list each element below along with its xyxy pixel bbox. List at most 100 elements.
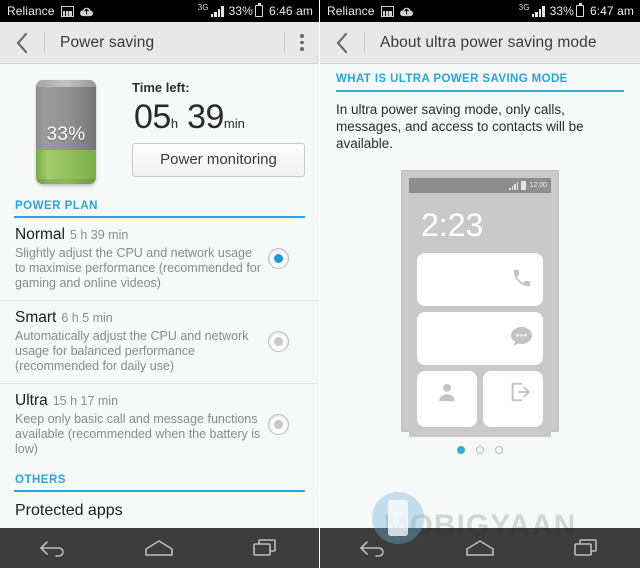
battery-percent-label: 33% — [46, 124, 86, 145]
option-description-smart: Automatically adjust the CPU and network… — [15, 329, 249, 373]
back-nav-button-right[interactable] — [343, 528, 403, 568]
preview-tile-message — [417, 312, 543, 365]
power-monitoring-button[interactable]: Power monitoring — [132, 143, 305, 177]
page-title: Power saving — [60, 33, 155, 51]
status-notification-icons — [60, 5, 94, 17]
recents-nav-icon — [253, 539, 276, 556]
page-title-right: About ultra power saving mode — [380, 33, 597, 51]
info-body-text: In ultra power saving mode, only calls, … — [336, 102, 584, 151]
option-description-normal: Slightly adjust the CPU and network usag… — [15, 246, 261, 290]
clock-label: 6:46 am — [268, 4, 313, 18]
battery-icon — [575, 3, 584, 17]
option-title-row-ultra: Ultra 15 h 17 min — [15, 392, 262, 410]
screenshot-root: Reliance 3G 33% 6:46 am Power saving 33%… — [0, 0, 640, 568]
home-nav-icon — [145, 540, 174, 556]
battery-graphic-icon: 33% — [36, 80, 96, 184]
message-icon — [510, 326, 533, 352]
option-title-row-smart: Smart 6 h 5 min — [15, 309, 262, 327]
back-nav-button[interactable] — [23, 528, 83, 568]
preview-tile-exit — [483, 371, 543, 427]
option-text-ultra: Ultra 15 h 17 min Keep only basic call an… — [15, 392, 268, 457]
radio-normal[interactable] — [268, 248, 289, 269]
back-button-right[interactable] — [320, 22, 364, 64]
option-description-ultra: Keep only basic call and message functio… — [15, 412, 261, 456]
preview-big-clock: 2:23 — [421, 207, 484, 243]
preview-status-bar: 12:00 — [409, 178, 551, 193]
back-arrow-icon — [336, 32, 348, 53]
option-name-ultra: Ultra — [15, 392, 48, 409]
option-text-normal: Normal 5 h 39 min Slightly adjust the CPU… — [15, 226, 268, 291]
back-arrow-icon — [16, 32, 28, 53]
option-name-normal: Normal — [15, 226, 65, 243]
time-left-value: 05h 39min — [132, 95, 305, 143]
battery-graphic-wrap: 33% — [0, 78, 132, 184]
recents-nav-icon — [573, 539, 597, 556]
battery-percent-status: 33% — [549, 4, 574, 18]
power-plan-option-smart[interactable]: Smart 6 h 5 min Automatically adjust the … — [0, 301, 319, 384]
option-time-smart: 6 h 5 min — [61, 311, 113, 325]
power-plan-option-normal[interactable]: Normal 5 h 39 min Slightly adjust the CPU… — [0, 218, 319, 301]
battery-base-shade — [36, 179, 96, 184]
clock-label: 6:47 am — [589, 4, 634, 18]
home-nav-button[interactable] — [129, 528, 189, 568]
status-right-cluster: 3G 33% 6:46 am — [197, 2, 313, 19]
preview-tile-row — [417, 371, 543, 427]
back-nav-icon — [40, 541, 64, 557]
power-plan-option-ultra[interactable]: Ultra 15 h 17 min Keep only basic call an… — [0, 384, 319, 466]
overflow-menu-icon[interactable] — [285, 22, 319, 64]
home-nav-icon — [466, 540, 494, 556]
recents-nav-button[interactable] — [236, 528, 296, 568]
info-section-title: WHAT IS ULTRA POWER SAVING MODE — [336, 73, 568, 85]
preview-tile-contacts — [417, 371, 477, 427]
others-section-title: OTHERS — [15, 474, 66, 486]
action-bar-left: Power saving — [0, 22, 319, 64]
image-icon — [380, 5, 394, 17]
option-name-smart: Smart — [15, 309, 57, 326]
power-plan-section-title: POWER PLAN — [15, 200, 98, 212]
image-icon — [60, 5, 74, 17]
option-time-normal: 5 h 39 min — [69, 228, 129, 242]
network-type-label: 3G — [518, 2, 530, 12]
preview-tile-phone — [417, 253, 543, 306]
time-left-minutes: 39 — [187, 98, 224, 136]
battery-summary: 33% Time left: 05h 39min Power monitoring — [0, 64, 319, 192]
page-dot-1[interactable] — [457, 446, 465, 454]
exit-icon — [483, 381, 543, 403]
carrier-label: Reliance — [7, 4, 55, 18]
page-dot-3[interactable] — [495, 446, 503, 454]
carrier-label-right: Reliance — [327, 4, 375, 18]
about-ultra-content: WHAT IS ULTRA POWER SAVING MODE In ultra… — [320, 64, 640, 526]
radio-ultra[interactable] — [268, 414, 289, 435]
signal-bars-icon — [210, 5, 224, 17]
time-left-hours: 05 — [134, 98, 171, 136]
list-item-protected-apps[interactable]: Protected apps — [0, 492, 319, 520]
time-left-label: Time left: — [132, 80, 190, 95]
back-button[interactable] — [0, 22, 44, 64]
battery-cap — [36, 80, 96, 87]
preview-battery-icon — [521, 181, 527, 190]
status-bar-left: Reliance 3G 33% 6:46 am — [0, 0, 319, 22]
preview-screen: 2:23 — [409, 193, 551, 437]
home-nav-button-right[interactable] — [450, 528, 510, 568]
phone-icon — [511, 267, 533, 294]
radio-smart[interactable] — [268, 331, 289, 352]
time-left-hours-unit: h — [170, 116, 179, 131]
nav-bar-right — [320, 528, 640, 568]
contacts-icon — [417, 381, 477, 403]
status-notification-icons-right — [380, 5, 414, 17]
right-phone-panel: Reliance 3G 33% 6:47 am About ultra powe… — [320, 0, 640, 568]
cloud-upload-icon — [399, 6, 414, 17]
page-dot-2[interactable] — [476, 446, 484, 454]
network-type-label: 3G — [197, 2, 209, 12]
battery-icon — [254, 3, 263, 17]
time-left-block: Time left: 05h 39min Power monitoring — [132, 78, 319, 184]
power-saving-content: 33% Time left: 05h 39min Power monitoring… — [0, 64, 319, 526]
preview-clock-label: 12:00 — [529, 182, 547, 189]
battery-percent-status: 33% — [228, 4, 253, 18]
recents-nav-button-right[interactable] — [557, 528, 617, 568]
page-indicator — [320, 432, 640, 454]
cloud-upload-icon — [79, 6, 94, 17]
option-text-smart: Smart 6 h 5 min Automatically adjust the … — [15, 309, 268, 374]
option-time-ultra: 15 h 17 min — [52, 394, 119, 408]
time-left-minutes-unit: min — [223, 116, 245, 131]
